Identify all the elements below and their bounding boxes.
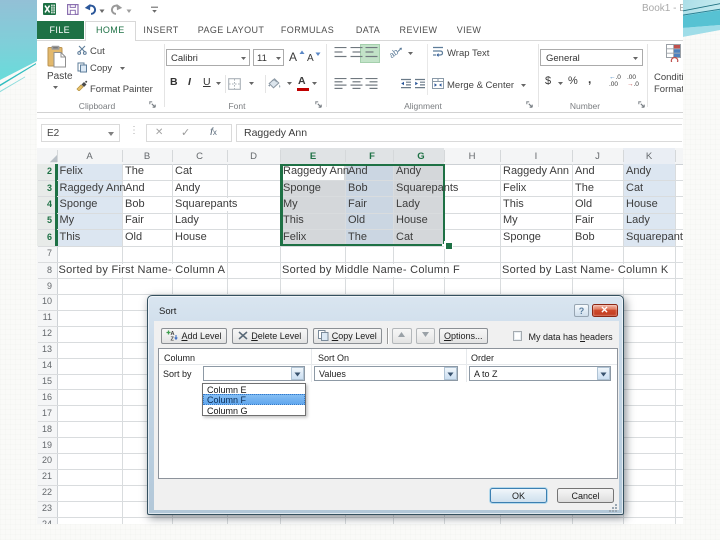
svg-text:ab: ab	[390, 46, 401, 58]
svg-text:Z: Z	[171, 336, 175, 341]
